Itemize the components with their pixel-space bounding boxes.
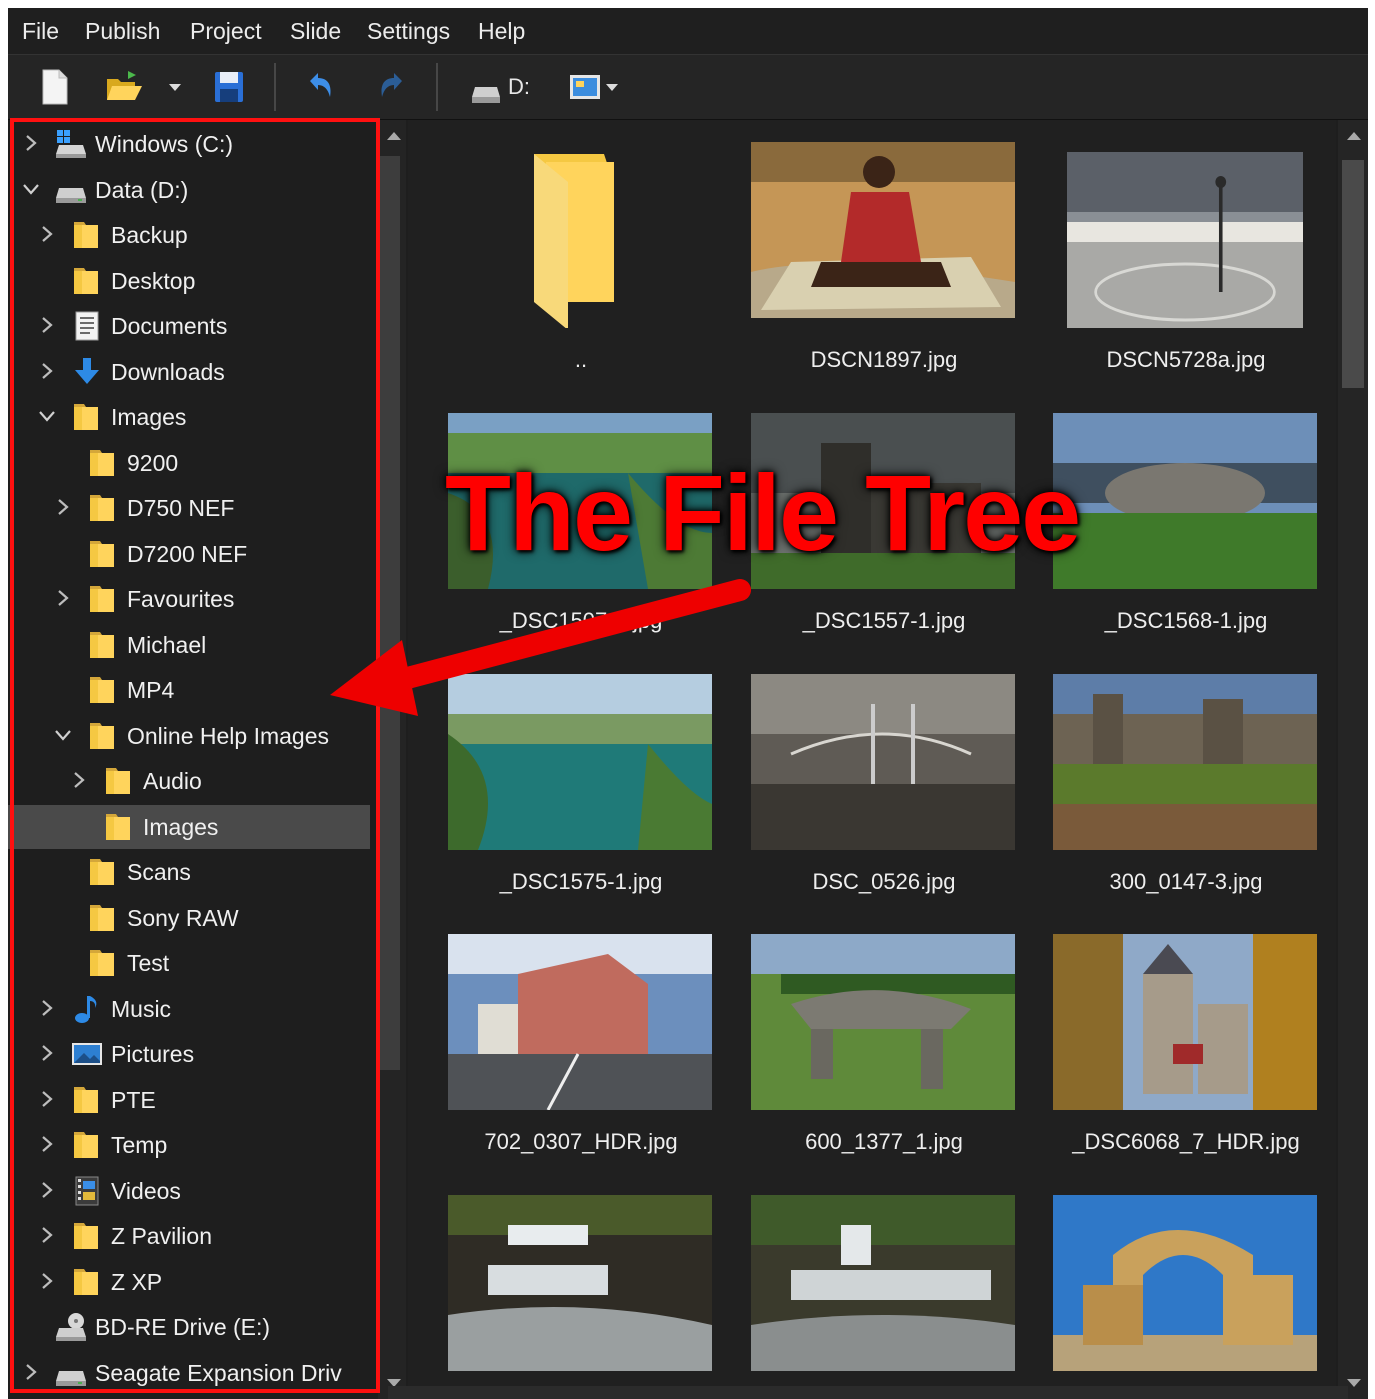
pointer-arrow-icon — [330, 579, 751, 716]
